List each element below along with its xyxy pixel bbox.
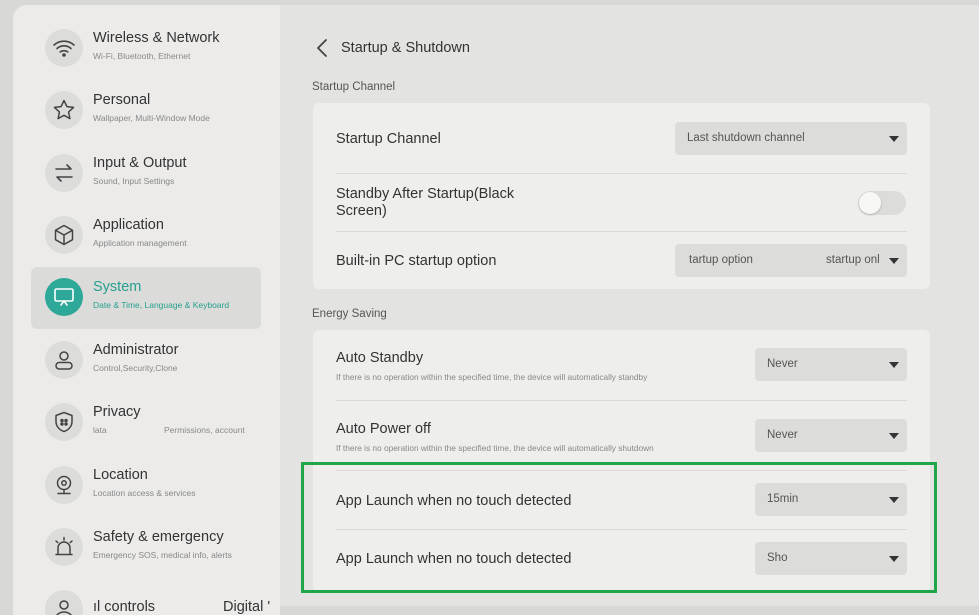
sidebar-item-title: Personal (93, 92, 151, 108)
row-title: Standby After Startup(Black Screen) (336, 186, 515, 219)
sidebar-item-subtitle: Wi-Fi, Bluetooth, Ethernet (93, 51, 191, 61)
shield-icon (45, 403, 83, 441)
auto-standby-dropdown[interactable]: Never (755, 348, 907, 381)
row-title: Startup Channel (336, 131, 441, 147)
sidebar-item-title: Safety & emergency (93, 529, 224, 545)
sidebar-item-subtitle: Location access & services (93, 488, 196, 498)
alarm-icon (45, 528, 83, 566)
dropdown-value: Last shutdown channel (687, 132, 805, 144)
divider (336, 173, 907, 174)
dropdown-value-right: startup onl (826, 254, 880, 266)
sidebar-item-location[interactable]: Location Location access & services (31, 455, 280, 517)
sidebar-item-title: System (93, 279, 142, 295)
monitor-icon (45, 278, 83, 316)
caret-down-icon (889, 433, 899, 439)
sidebar-item-input-output[interactable]: Input & Output Sound, Input Settings (31, 143, 280, 205)
sidebar-item-title: Location (93, 467, 148, 483)
dropdown-value: Never (767, 429, 798, 441)
cube-icon (45, 216, 83, 254)
user-icon (45, 341, 83, 379)
arrows-icon (45, 154, 83, 192)
sidebar-item-system[interactable]: System Date & Time, Language & Keyboard (31, 267, 261, 329)
row-title: Auto Power off (336, 421, 431, 437)
standby-after-startup-row: Standby After Startup(Black Screen) (336, 185, 907, 225)
back-arrow-icon[interactable] (315, 38, 329, 58)
sidebar-item-personal[interactable]: Personal Wallpaper, Multi-Window Mode (31, 80, 280, 142)
location-icon (45, 466, 83, 504)
sidebar-item-privacy[interactable]: Privacy lata Permissions, account (31, 392, 280, 454)
row-description: If there is no operation within the spec… (336, 443, 654, 453)
sidebar-item-subtitle: Application management (93, 238, 187, 248)
person-icon (45, 590, 83, 615)
page-title: Startup & Shutdown (341, 40, 470, 56)
caret-down-icon (889, 136, 899, 142)
sidebar-item-subtitle: Sound, Input Settings (93, 176, 175, 186)
sidebar-item-title: Application (93, 217, 164, 233)
sidebar-item-title: Privacy (93, 404, 141, 420)
caret-down-icon (889, 258, 899, 264)
sidebar-item-wireless-network[interactable]: Wireless & Network Wi-Fi, Bluetooth, Eth… (31, 18, 280, 80)
startup-channel-dropdown[interactable]: Last shutdown channel (675, 122, 907, 155)
sidebar-item-administrator[interactable]: Administrator Control,Security,Clone (31, 330, 280, 392)
sidebar-item-subtitle: Control,Security,Clone (93, 363, 178, 373)
section-label-startup: Startup Channel (312, 81, 396, 93)
dropdown-value-left: tartup option (689, 254, 753, 266)
builtin-pc-startup-dropdown[interactable]: tartup option startup onl (675, 244, 907, 277)
sidebar-item-safety-emergency[interactable]: Safety & emergency Emergency SOS, medica… (31, 517, 280, 579)
sidebar-item-title: Input & Output (93, 155, 187, 171)
standby-after-startup-toggle[interactable] (858, 191, 906, 215)
sidebar-item-title: Wireless & Network (93, 30, 220, 46)
sidebar-item-digital-controls[interactable]: ıl controls Digital ' (31, 579, 280, 615)
toggle-knob (859, 192, 881, 214)
sidebar-item-subtitle-right: Permissions, account (164, 425, 245, 435)
sidebar: Wireless & Network Wi-Fi, Bluetooth, Eth… (13, 5, 280, 615)
sidebar-item-title: Administrator (93, 342, 179, 358)
section-label-energy: Energy Saving (312, 308, 387, 320)
sidebar-item-subtitle: Emergency SOS, medical info, alerts (93, 550, 232, 560)
highlight-box (301, 462, 937, 593)
sidebar-item-subtitle: Date & Time, Language & Keyboard (93, 300, 230, 310)
row-title: Built-in PC startup option (336, 253, 497, 269)
sidebar-item-subtitle: Wallpaper, Multi-Window Mode (93, 113, 210, 123)
wifi-icon (45, 29, 83, 67)
dropdown-value: Never (767, 358, 798, 370)
row-description: If there is no operation within the spec… (336, 372, 648, 382)
star-icon (45, 91, 83, 129)
sidebar-item-title-right: Digital ' (223, 599, 271, 615)
auto-power-off-dropdown[interactable]: Never (755, 419, 907, 452)
caret-down-icon (889, 362, 899, 368)
divider (336, 231, 907, 232)
row-title: Auto Standby (336, 350, 424, 366)
sidebar-item-subtitle: lata (93, 425, 107, 435)
sidebar-item-application[interactable]: Application Application management (31, 205, 280, 267)
sidebar-item-title: ıl controls (93, 599, 156, 615)
divider (336, 400, 907, 401)
